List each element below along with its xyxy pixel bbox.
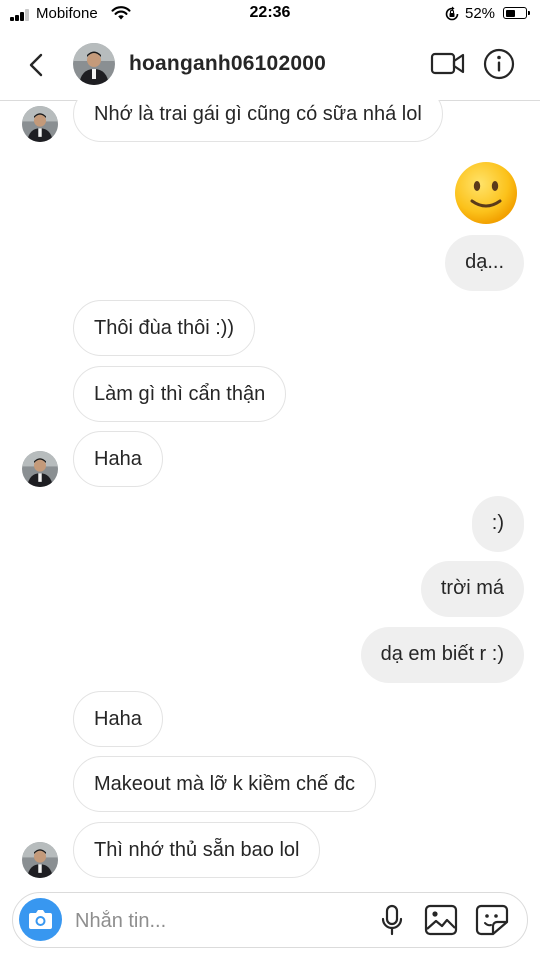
sticker-icon[interactable] [475,904,509,936]
message-bubble-incoming[interactable]: Haha [73,691,163,747]
chat-header: hoanganh06102000 [0,30,540,101]
message-emoji[interactable] [454,161,518,225]
message-bubble-outgoing[interactable]: dạ em biết r :) [360,627,524,683]
message-bubble-outgoing[interactable]: trời má [420,561,524,617]
status-bar: Mobifone 22:36 52% [0,0,540,30]
microphone-icon[interactable] [377,903,407,937]
avatar[interactable] [22,842,58,878]
message-bubble-incoming[interactable]: Makeout mà lỡ k kiềm chế đc [73,756,376,812]
message-bubble-incoming[interactable]: Thì nhớ thủ sẵn bao lol [73,822,321,878]
rotation-lock-icon [445,6,459,21]
back-icon[interactable] [22,50,52,80]
avatar[interactable] [22,451,58,487]
battery-percent: 52% [465,5,496,22]
message-bubble-incoming[interactable]: Nhớ là trai gái gì cũng có sữa nhá lol [73,100,443,142]
message-thread[interactable]: Nhớ là trai gái gì cũng có sữa nhá lol d… [0,100,540,890]
camera-icon [29,910,52,929]
info-icon[interactable] [483,48,515,80]
slightly-smiling-face-icon [455,162,517,224]
message-bubble-outgoing[interactable]: dạ... [445,235,524,291]
message-input[interactable] [73,905,377,937]
message-bubble-incoming[interactable]: Làm gì thì cẩn thận [73,366,287,422]
gallery-icon[interactable] [424,904,458,936]
message-bubble-incoming[interactable]: Thôi đùa thôi :)) [73,300,256,356]
battery-icon [503,7,530,19]
message-composer [12,892,528,948]
camera-button[interactable] [19,898,62,941]
message-bubble-incoming[interactable]: Haha [73,431,163,487]
message-bubble-outgoing[interactable]: :) [471,496,524,552]
avatar[interactable] [73,43,115,85]
video-call-icon[interactable] [430,50,466,78]
chat-username[interactable]: hoanganh06102000 [129,52,326,76]
avatar[interactable] [22,106,58,142]
